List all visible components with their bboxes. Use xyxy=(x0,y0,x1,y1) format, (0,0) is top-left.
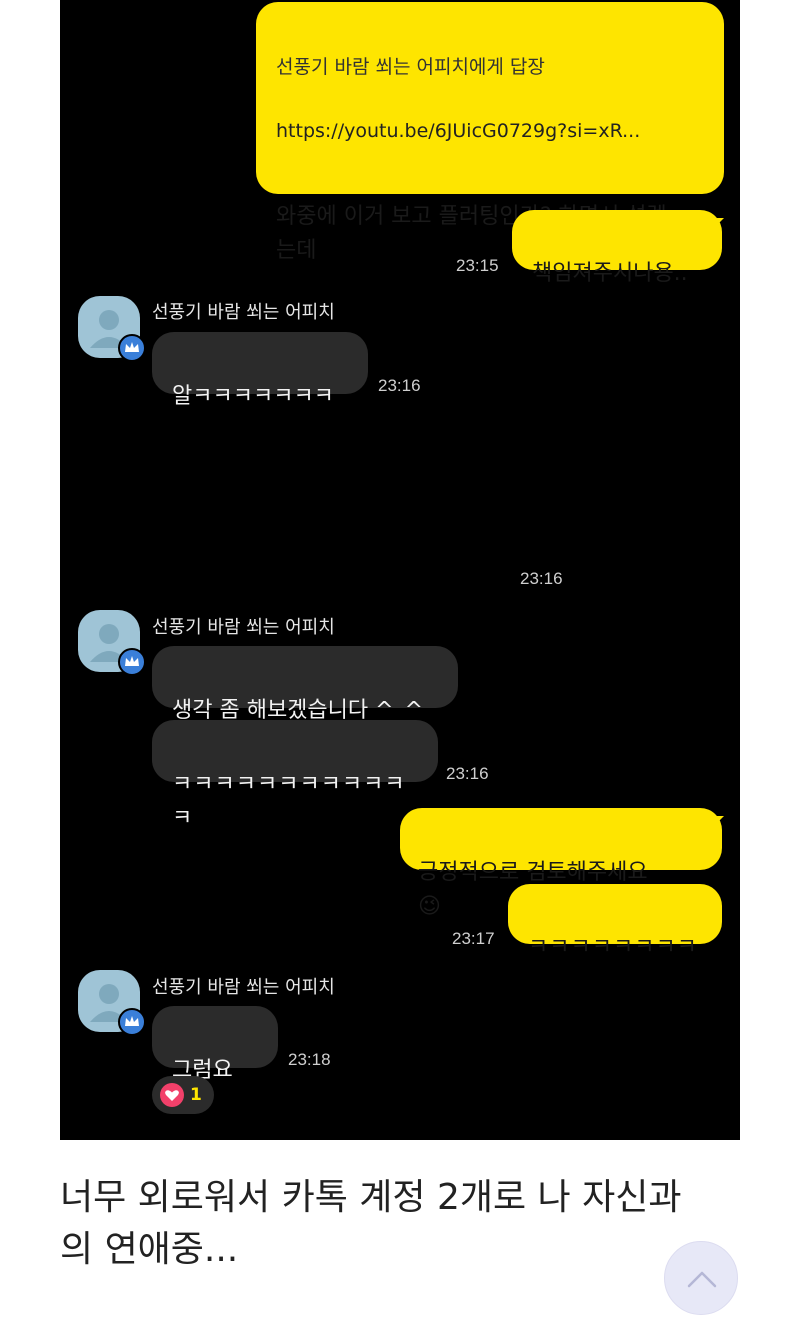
bubble-tail xyxy=(710,218,724,232)
wink-emoji-icon: 😉 xyxy=(418,894,441,919)
reply-quote-link[interactable]: https://youtu.be/6JUicG0729g?si=xR... xyxy=(276,116,704,146)
emoji-sticker[interactable]: 😚 xyxy=(580,440,720,580)
post-caption: 너무 외로워서 카톡 계정 2개로 나 자신과 의 연애중... xyxy=(60,1177,682,1270)
my-message-bubble[interactable]: 긍정적으로 검토해주세요 😉 xyxy=(400,808,722,919)
reaction-count: 1 xyxy=(190,1085,202,1105)
message-text: 책임져주시나용.. xyxy=(532,261,688,286)
reply-quote-header: 선풍기 바람 쐬는 어피치에게 답장 xyxy=(276,56,545,78)
crown-icon xyxy=(118,334,146,362)
message-time: 23:16 xyxy=(378,376,421,395)
profile-avatar[interactable] xyxy=(78,296,146,362)
message-time: 23:18 xyxy=(288,1050,331,1069)
sender-name: 선풍기 바람 쐬는 어피치 xyxy=(152,977,335,998)
sender-name: 선풍기 바람 쐬는 어피치 xyxy=(152,617,335,638)
my-message-bubble[interactable]: ㅋㅋㅋㅋㅋㅋㅋㅋ xyxy=(508,884,722,960)
message-text: 긍정적으로 검토해주세요 xyxy=(418,860,648,885)
their-message-bubble[interactable]: 생각 좀 해보겠습니다 ^_^ xyxy=(152,646,458,723)
message-time: 23:15 xyxy=(456,256,499,275)
message-text: 알ㅋㅋㅋㅋㅋㅋㅋ xyxy=(172,384,334,409)
chevron-up-icon xyxy=(687,1271,717,1288)
bubble-tail xyxy=(710,816,724,830)
scroll-to-top-button[interactable] xyxy=(664,1241,738,1315)
their-message-bubble[interactable]: 알ㅋㅋㅋㅋㅋㅋㅋ xyxy=(152,332,368,409)
message-time: 23:17 xyxy=(452,929,495,948)
sender-name: 선풍기 바람 쐬는 어피치 xyxy=(152,302,335,323)
profile-avatar[interactable] xyxy=(78,610,146,676)
their-message-bubble[interactable]: ㅋㅋㅋㅋㅋㅋㅋㅋㅋㅋㅋㅋ xyxy=(152,720,438,831)
message-time: 23:16 xyxy=(446,764,489,783)
heart-icon xyxy=(160,1083,184,1107)
their-message-bubble[interactable]: 그럼요 ~ xyxy=(152,1006,278,1117)
crown-icon xyxy=(118,1008,146,1036)
my-message-bubble[interactable]: 책임져주시나용.. xyxy=(512,210,722,286)
message-time: 23:16 xyxy=(520,569,563,588)
message-text: ㅋㅋㅋㅋㅋㅋㅋㅋㅋㅋㅋㅋ xyxy=(172,772,406,831)
chat-screenshot: 선풍기 바람 쐬는 어피치에게 답장 https://youtu.be/6JUi… xyxy=(60,0,740,1140)
profile-avatar[interactable] xyxy=(78,970,146,1036)
message-text: ㅋㅋㅋㅋㅋㅋㅋㅋ xyxy=(528,935,698,960)
crown-icon xyxy=(118,648,146,676)
reply-message-bubble[interactable]: 선풍기 바람 쐬는 어피치에게 답장 https://youtu.be/6JUi… xyxy=(256,2,724,263)
reaction-badge[interactable]: 1 xyxy=(152,1076,214,1114)
